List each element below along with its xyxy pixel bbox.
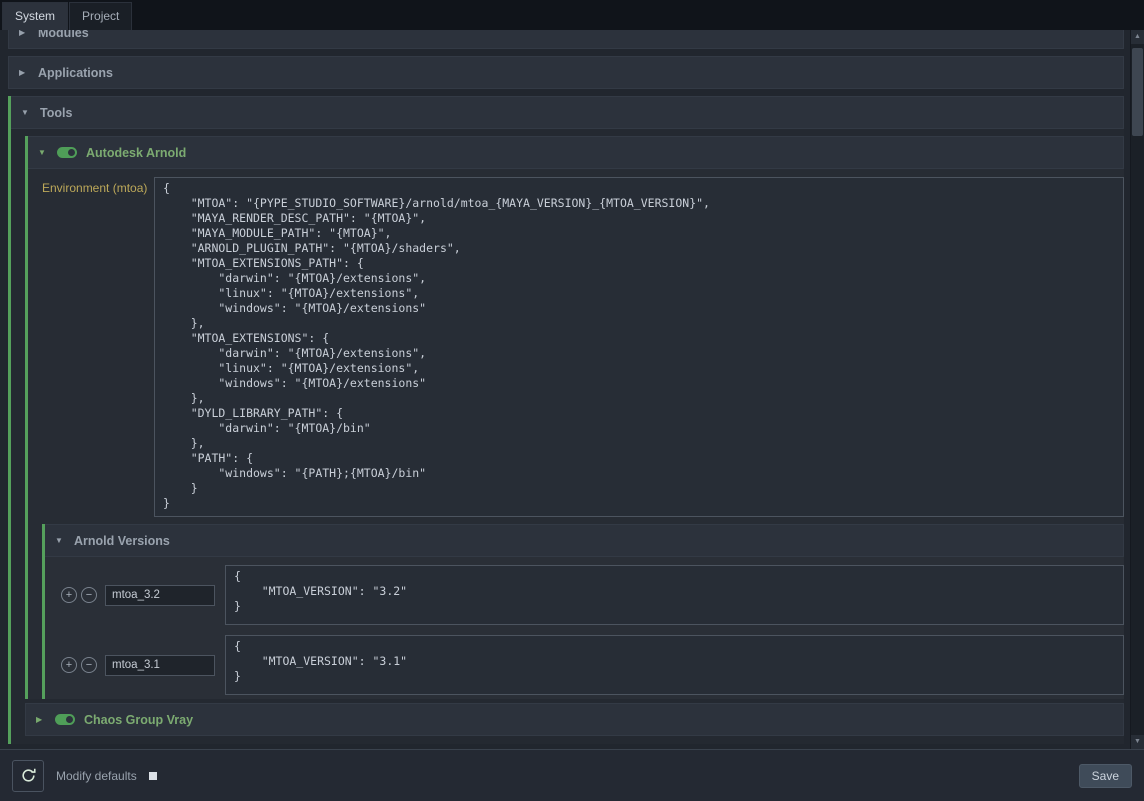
- tab-project[interactable]: Project: [69, 2, 132, 30]
- chevron-right-icon: ▶: [36, 716, 46, 724]
- tab-system[interactable]: System: [2, 2, 68, 30]
- chevron-down-icon: ▼: [38, 149, 48, 157]
- tab-bar: System Project: [0, 0, 1144, 30]
- environment-row: Environment (mtoa) { "MTOA": "{PYPE_STUD…: [28, 169, 1124, 517]
- refresh-icon: [20, 767, 37, 784]
- refresh-button[interactable]: [12, 760, 44, 792]
- remove-version-button[interactable]: −: [81, 587, 97, 603]
- vray-enabled-toggle[interactable]: [55, 714, 75, 725]
- section-arnold-versions: ▼ Arnold Versions + − { "MTOA_VERSION": …: [42, 524, 1124, 699]
- section-tools-title: Tools: [40, 106, 72, 120]
- section-applications-title: Applications: [38, 66, 113, 80]
- section-modules-header[interactable]: ▶ Modules: [8, 30, 1124, 49]
- version-name-input[interactable]: [105, 655, 215, 676]
- scroll-area: ▶ Modules ▶ Applications ▼ Tools: [0, 30, 1130, 749]
- scrollbar-track[interactable]: [1131, 44, 1144, 735]
- version-json-editor[interactable]: { "MTOA_VERSION": "3.2" }: [225, 565, 1124, 625]
- scroll-up-button[interactable]: ▲: [1131, 30, 1144, 44]
- section-autodesk-arnold: ▼ Autodesk Arnold Environment (mtoa) { "…: [25, 136, 1124, 699]
- section-modules-title: Modules: [38, 30, 89, 40]
- scrollbar-thumb[interactable]: [1132, 48, 1143, 136]
- scroll-down-button[interactable]: ▼: [1131, 735, 1144, 749]
- section-tools: ▼ Tools ▼ Autodesk Arnold Environment (m…: [8, 96, 1124, 744]
- modify-defaults-checkbox[interactable]: [149, 772, 157, 780]
- version-name-input[interactable]: [105, 585, 215, 606]
- chevron-down-icon: ▼: [21, 109, 31, 117]
- section-autodesk-arnold-header[interactable]: ▼ Autodesk Arnold: [28, 136, 1124, 169]
- scrollbar[interactable]: ▲ ▼: [1130, 30, 1144, 749]
- chevron-right-icon: ▶: [19, 69, 29, 77]
- section-chaos-group-vray: ▶ Chaos Group Vray: [25, 703, 1124, 744]
- version-row: + − { "MTOA_VERSION": "3.1" }: [61, 635, 1124, 695]
- chevron-right-icon: ▶: [19, 30, 29, 37]
- arrow-down-icon: ▼: [1134, 738, 1141, 745]
- arnold-enabled-toggle[interactable]: [57, 147, 77, 158]
- remove-version-button[interactable]: −: [81, 657, 97, 673]
- environment-json-editor[interactable]: { "MTOA": "{PYPE_STUDIO_SOFTWARE}/arnold…: [154, 177, 1124, 517]
- section-arnold-versions-header[interactable]: ▼ Arnold Versions: [45, 524, 1124, 557]
- section-tools-header[interactable]: ▼ Tools: [11, 96, 1124, 129]
- modify-defaults-label: Modify defaults: [56, 769, 137, 783]
- version-json-editor[interactable]: { "MTOA_VERSION": "3.1" }: [225, 635, 1124, 695]
- save-button[interactable]: Save: [1079, 764, 1132, 788]
- footer: Modify defaults Save: [0, 749, 1144, 801]
- add-version-button[interactable]: +: [61, 587, 77, 603]
- chevron-down-icon: ▼: [55, 537, 65, 545]
- arrow-up-icon: ▲: [1134, 33, 1141, 40]
- section-autodesk-arnold-title: Autodesk Arnold: [86, 146, 186, 160]
- section-arnold-versions-title: Arnold Versions: [74, 534, 170, 548]
- section-chaos-group-vray-header[interactable]: ▶ Chaos Group Vray: [25, 703, 1124, 736]
- arnold-versions-body: + − { "MTOA_VERSION": "3.2" } + − { "MTO…: [45, 565, 1124, 699]
- version-row: + − { "MTOA_VERSION": "3.2" }: [61, 565, 1124, 625]
- section-chaos-group-vray-title: Chaos Group Vray: [84, 713, 193, 727]
- section-applications: ▶ Applications: [8, 56, 1124, 89]
- environment-label: Environment (mtoa): [42, 177, 148, 195]
- settings-window: System Project ▶ Modules ▶ Applications: [0, 0, 1144, 801]
- section-modules: ▶ Modules: [8, 30, 1124, 49]
- add-version-button[interactable]: +: [61, 657, 77, 673]
- section-applications-header[interactable]: ▶ Applications: [8, 56, 1124, 89]
- settings-content: ▶ Modules ▶ Applications ▼ Tools: [0, 30, 1144, 749]
